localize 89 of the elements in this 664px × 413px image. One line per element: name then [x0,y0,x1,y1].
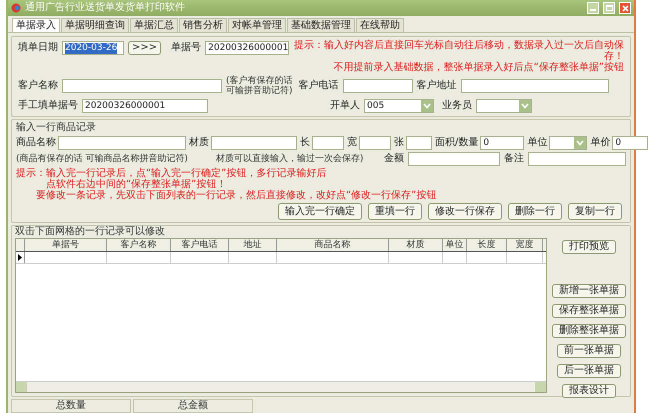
note-text: (客户有保存的话 [226,76,293,86]
field-label: 填单日期 [18,42,58,54]
minimize-button[interactable] [587,2,599,14]
maximize-button[interactable] [603,2,615,14]
close-icon [622,4,628,12]
action-button[interactable]: 保存整张单据 [552,304,626,318]
action-button[interactable]: 后一张单据 [557,364,621,378]
action-button[interactable]: 新增一张单据 [552,284,626,298]
dropdown[interactable]: 005 [364,99,434,113]
tab[interactable]: 在线帮助 [356,18,404,32]
hint-text: 不用提前录入基础数据，整张单据录入好后点“保存整张单据”按钮 [334,62,624,73]
column-header[interactable]: 长度 [467,239,507,251]
input-field[interactable] [211,136,297,150]
action-button[interactable]: 删除整张单据 [552,324,626,338]
field-label: 开单人 [330,100,360,112]
field-label: 宽 [347,137,357,149]
input-field[interactable] [312,136,344,150]
horizontal-scrollbar[interactable] [16,381,546,392]
field-label: 金额 [384,153,404,165]
field-label: 客户地址 [416,80,457,92]
app-icon [11,3,21,13]
input-field[interactable] [342,79,413,93]
input-field[interactable] [408,152,500,166]
input-field[interactable] [359,136,391,150]
hint-text: 要修改一条记录，先双击下面列表的一行记录，然后直接修改，改好点“修改一行保存”按钮 [35,190,438,201]
action-button[interactable]: 重填一行 [368,203,422,220]
action-button[interactable]: 输入完一行确定 [278,203,362,220]
field-label: 备注 [504,153,524,165]
tab[interactable]: 单据录入 [12,18,60,32]
field-label: 手工填单据号 [18,100,78,112]
action-button[interactable]: 修改一行保存 [428,203,502,220]
tab[interactable]: 单据汇总 [130,18,178,32]
field-label: 客户名称 [18,80,58,92]
tab[interactable]: 对帐单管理 [228,18,286,32]
dropdown[interactable] [549,136,588,150]
input-field[interactable] [62,79,222,93]
column-header[interactable]: 客户电话 [171,239,229,251]
panel-legend: 双击下面网格的一行记录可以修改 [15,226,547,238]
window-title: 通用广告行业送货单发货单打印软件 [25,2,186,14]
status-label: 总数量 [56,400,86,412]
field-label: 业务员 [442,100,472,112]
dropdown[interactable] [476,99,532,113]
tab[interactable]: 销售分析 [179,18,227,32]
hint-text: 提示：输入完一行记录后，点“输入完一行确定”按钮，多行记录输好后 [16,168,328,179]
hint-text: 提示：输入好内容后直接回车光标自动往后移动，数据录入过一次后自动保存！ [293,40,624,62]
input-field[interactable]: 20200326000001 [82,99,208,113]
field-label: 客户电话 [298,80,339,92]
note-text: 可输拼音助记符) [226,86,293,96]
action-button[interactable]: 删除一行 [508,203,562,220]
action-button[interactable]: 前一张单据 [557,344,621,358]
note-text: (商品有保存的话 可输商品名称拼音助记符) [16,154,188,164]
row-pointer-icon [18,254,22,261]
status-label: 总金额 [178,400,208,412]
column-header[interactable]: 客户名称 [107,239,171,251]
action-button[interactable]: 复制一行 [568,203,622,220]
column-header[interactable]: 地址 [229,239,277,251]
input-field[interactable] [460,79,609,93]
tab[interactable]: 基础数据管理 [287,18,355,32]
action-button[interactable]: 打印预览 [562,240,616,254]
action-button[interactable]: 报表设计 [562,384,616,398]
field-label: 单价 [590,137,610,149]
column-header[interactable]: 商品名称 [277,239,389,251]
chevron-down-icon [576,140,584,146]
input-field[interactable]: 0 [480,136,524,150]
field-label: 长 [300,137,310,149]
column-header[interactable]: 单位 [443,239,467,251]
field-label: 材质 [189,137,209,149]
field-label: 商品名称 [16,137,56,149]
column-header[interactable]: 宽度 [507,239,543,251]
input-field[interactable]: 20200326000001 [205,41,290,55]
input-field[interactable] [58,136,186,150]
field-label: 面积/数量 [435,137,478,149]
input-field[interactable]: 0 [612,136,648,150]
action-button[interactable]: >>> [128,41,162,55]
close-button[interactable] [619,2,631,14]
column-header[interactable]: 单据号 [25,239,107,251]
field-label: 单位 [527,137,548,149]
hint-text: 点软件右边中间的“保存整张单据”按钮！ [45,179,228,190]
note-text: 材质可以直接输入，输过一次会保存) [216,154,364,164]
column-header[interactable]: 材质 [389,239,443,251]
input-field[interactable]: 2020-03-26 [62,41,124,55]
tab[interactable]: 单据明细查询 [61,18,129,32]
input-field[interactable] [406,136,432,150]
field-label: 单据号 [171,42,202,54]
chevron-down-icon [423,103,431,109]
panel-legend: 输入一行商品记录 [16,122,626,134]
input-field[interactable] [528,152,626,166]
chevron-down-icon [521,103,529,109]
field-label: 张 [394,137,404,149]
